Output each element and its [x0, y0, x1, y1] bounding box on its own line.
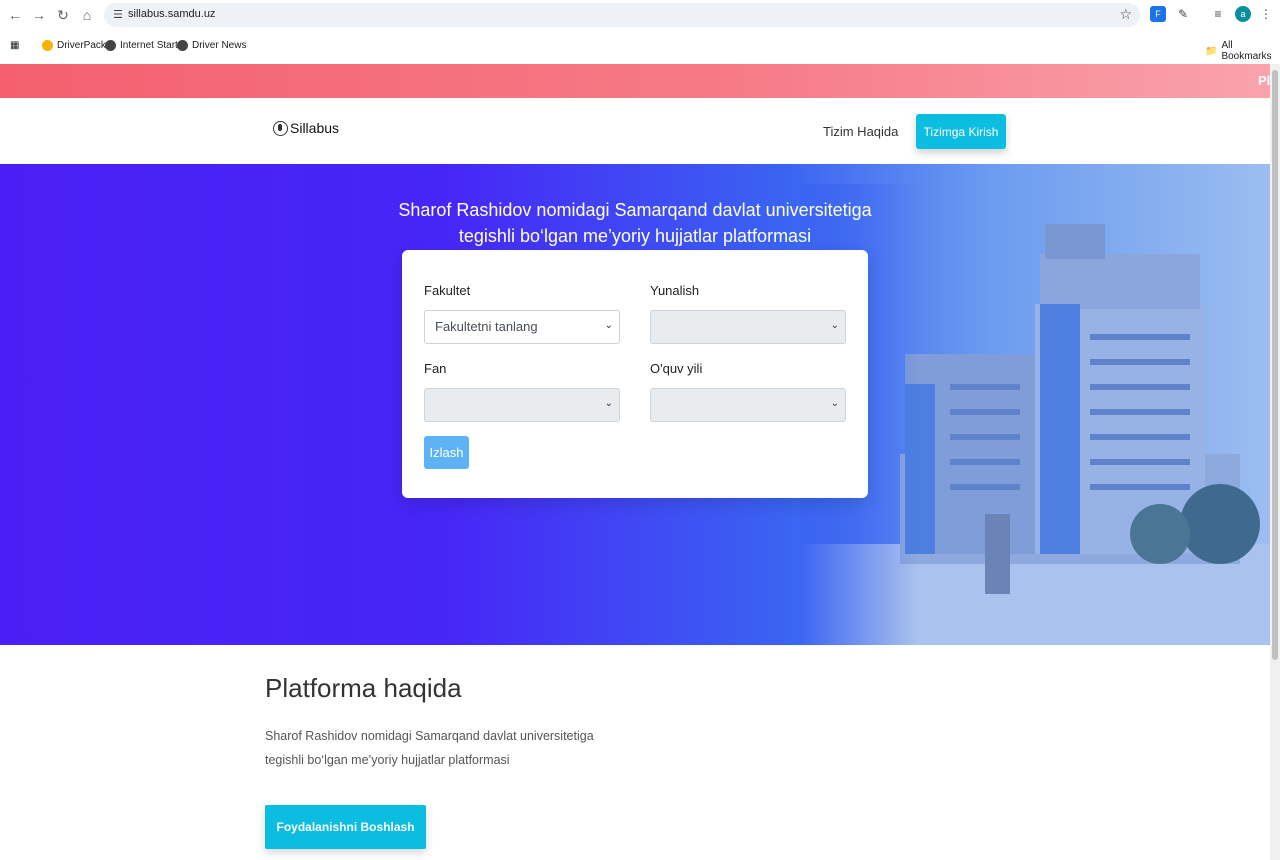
forward-icon[interactable]: →: [30, 6, 48, 24]
search-button[interactable]: Izlash: [424, 436, 469, 469]
nav-about-link[interactable]: Tizim Haqida: [823, 124, 898, 139]
hero-title-line-1: Sharof Rashidov nomidagi Samarqand davla…: [398, 200, 872, 220]
home-icon[interactable]: ⌂: [78, 6, 96, 24]
chevron-down-icon: ⌄: [604, 320, 613, 331]
about-text-line-1: Sharof Rashidov nomidagi Samarqand davla…: [265, 729, 594, 743]
bookmark-star-icon[interactable]: ☆: [1119, 6, 1132, 23]
bookmark-driver-news[interactable]: Driver News: [177, 40, 246, 51]
url-text[interactable]: sillabus.samdu.uz: [128, 8, 215, 20]
hero-section: Sharof Rashidov nomidagi Samarqand davla…: [0, 164, 1270, 645]
page-scrollbar[interactable]: [1270, 64, 1280, 860]
bookmark-driverpack[interactable]: DriverPack: [42, 40, 106, 51]
promo-banner: Pl: [0, 64, 1270, 98]
promo-text: Pl: [1258, 73, 1270, 88]
reload-icon[interactable]: ↻: [54, 6, 72, 24]
scrollbar-thumb[interactable]: [1272, 70, 1278, 660]
about-text: Sharof Rashidov nomidagi Samarqand davla…: [265, 724, 625, 772]
bookmark-internet-start[interactable]: Internet Start: [105, 40, 178, 51]
subject-select[interactable]: ⌄: [424, 388, 620, 422]
apps-grid-icon[interactable]: ▦: [10, 40, 19, 51]
faculty-select[interactable]: Fakultetni tanlang ⌄: [424, 310, 620, 344]
about-text-line-2: tegishli bo‘lgan me’yoriy hujjatlar plat…: [265, 753, 510, 767]
chevron-down-icon: ⌄: [604, 398, 613, 409]
profile-avatar[interactable]: a: [1235, 6, 1251, 22]
chevron-down-icon: ⌄: [830, 320, 839, 331]
direction-select[interactable]: ⌄: [650, 310, 846, 344]
driverpack-icon: [42, 40, 53, 51]
browser-toolbar: ← → ↻ ⌂ ☰ sillabus.samdu.uz ☆ F ✎ ≡ a ⋮: [0, 0, 1280, 30]
year-label: O'quv yili: [650, 361, 703, 376]
chevron-down-icon: ⌄: [830, 398, 839, 409]
site-logo[interactable]: Sillabus: [273, 120, 339, 136]
about-title: Platforma haqida: [265, 673, 462, 703]
login-button[interactable]: Tizimga Kirish: [916, 114, 1006, 149]
university-building-image: [800, 184, 1270, 645]
globe-icon: [105, 40, 116, 51]
hero-title: Sharof Rashidov nomidagi Samarqand davla…: [0, 197, 1270, 249]
site-navbar: Sillabus Tizim Haqida Tizimga Kirish: [0, 98, 1270, 164]
extensions-puzzle-icon[interactable]: ✎: [1175, 6, 1191, 22]
folder-icon: 📁: [1205, 45, 1218, 57]
subject-label: Fan: [424, 361, 447, 376]
faculty-label: Fakultet: [424, 283, 471, 298]
start-using-button[interactable]: Foydalanishni Boshlash: [265, 805, 426, 849]
direction-label: Yunalish: [650, 283, 700, 298]
reading-list-icon[interactable]: ≡: [1210, 6, 1226, 22]
extension-icon[interactable]: F: [1150, 6, 1166, 22]
globe-icon: [177, 40, 188, 51]
site-info-icon[interactable]: ☰: [110, 7, 126, 23]
menu-kebab-icon[interactable]: ⋮: [1258, 6, 1274, 22]
year-select[interactable]: ⌄: [650, 388, 846, 422]
logo-text: Sillabus: [290, 120, 340, 136]
back-icon[interactable]: ←: [6, 6, 24, 24]
hero-title-line-2: tegishli bo‘lgan me’yoriy hujjatlar plat…: [458, 226, 812, 246]
all-bookmarks[interactable]: 📁 All Bookmarks: [1205, 40, 1280, 62]
page-viewport: Pl Sillabus Tizim Haqida Tizimga Kirish: [0, 64, 1270, 860]
faculty-select-value: Fakultetni tanlang: [435, 319, 538, 334]
search-card: Fakultet Fakultetni tanlang ⌄ Yunalish ⌄…: [402, 250, 868, 498]
logo-icon: [273, 120, 288, 136]
bookmarks-bar: ▦ DriverPack Internet Start Driver News …: [0, 30, 1280, 64]
address-bar[interactable]: ☰ sillabus.samdu.uz ☆: [104, 3, 1140, 27]
